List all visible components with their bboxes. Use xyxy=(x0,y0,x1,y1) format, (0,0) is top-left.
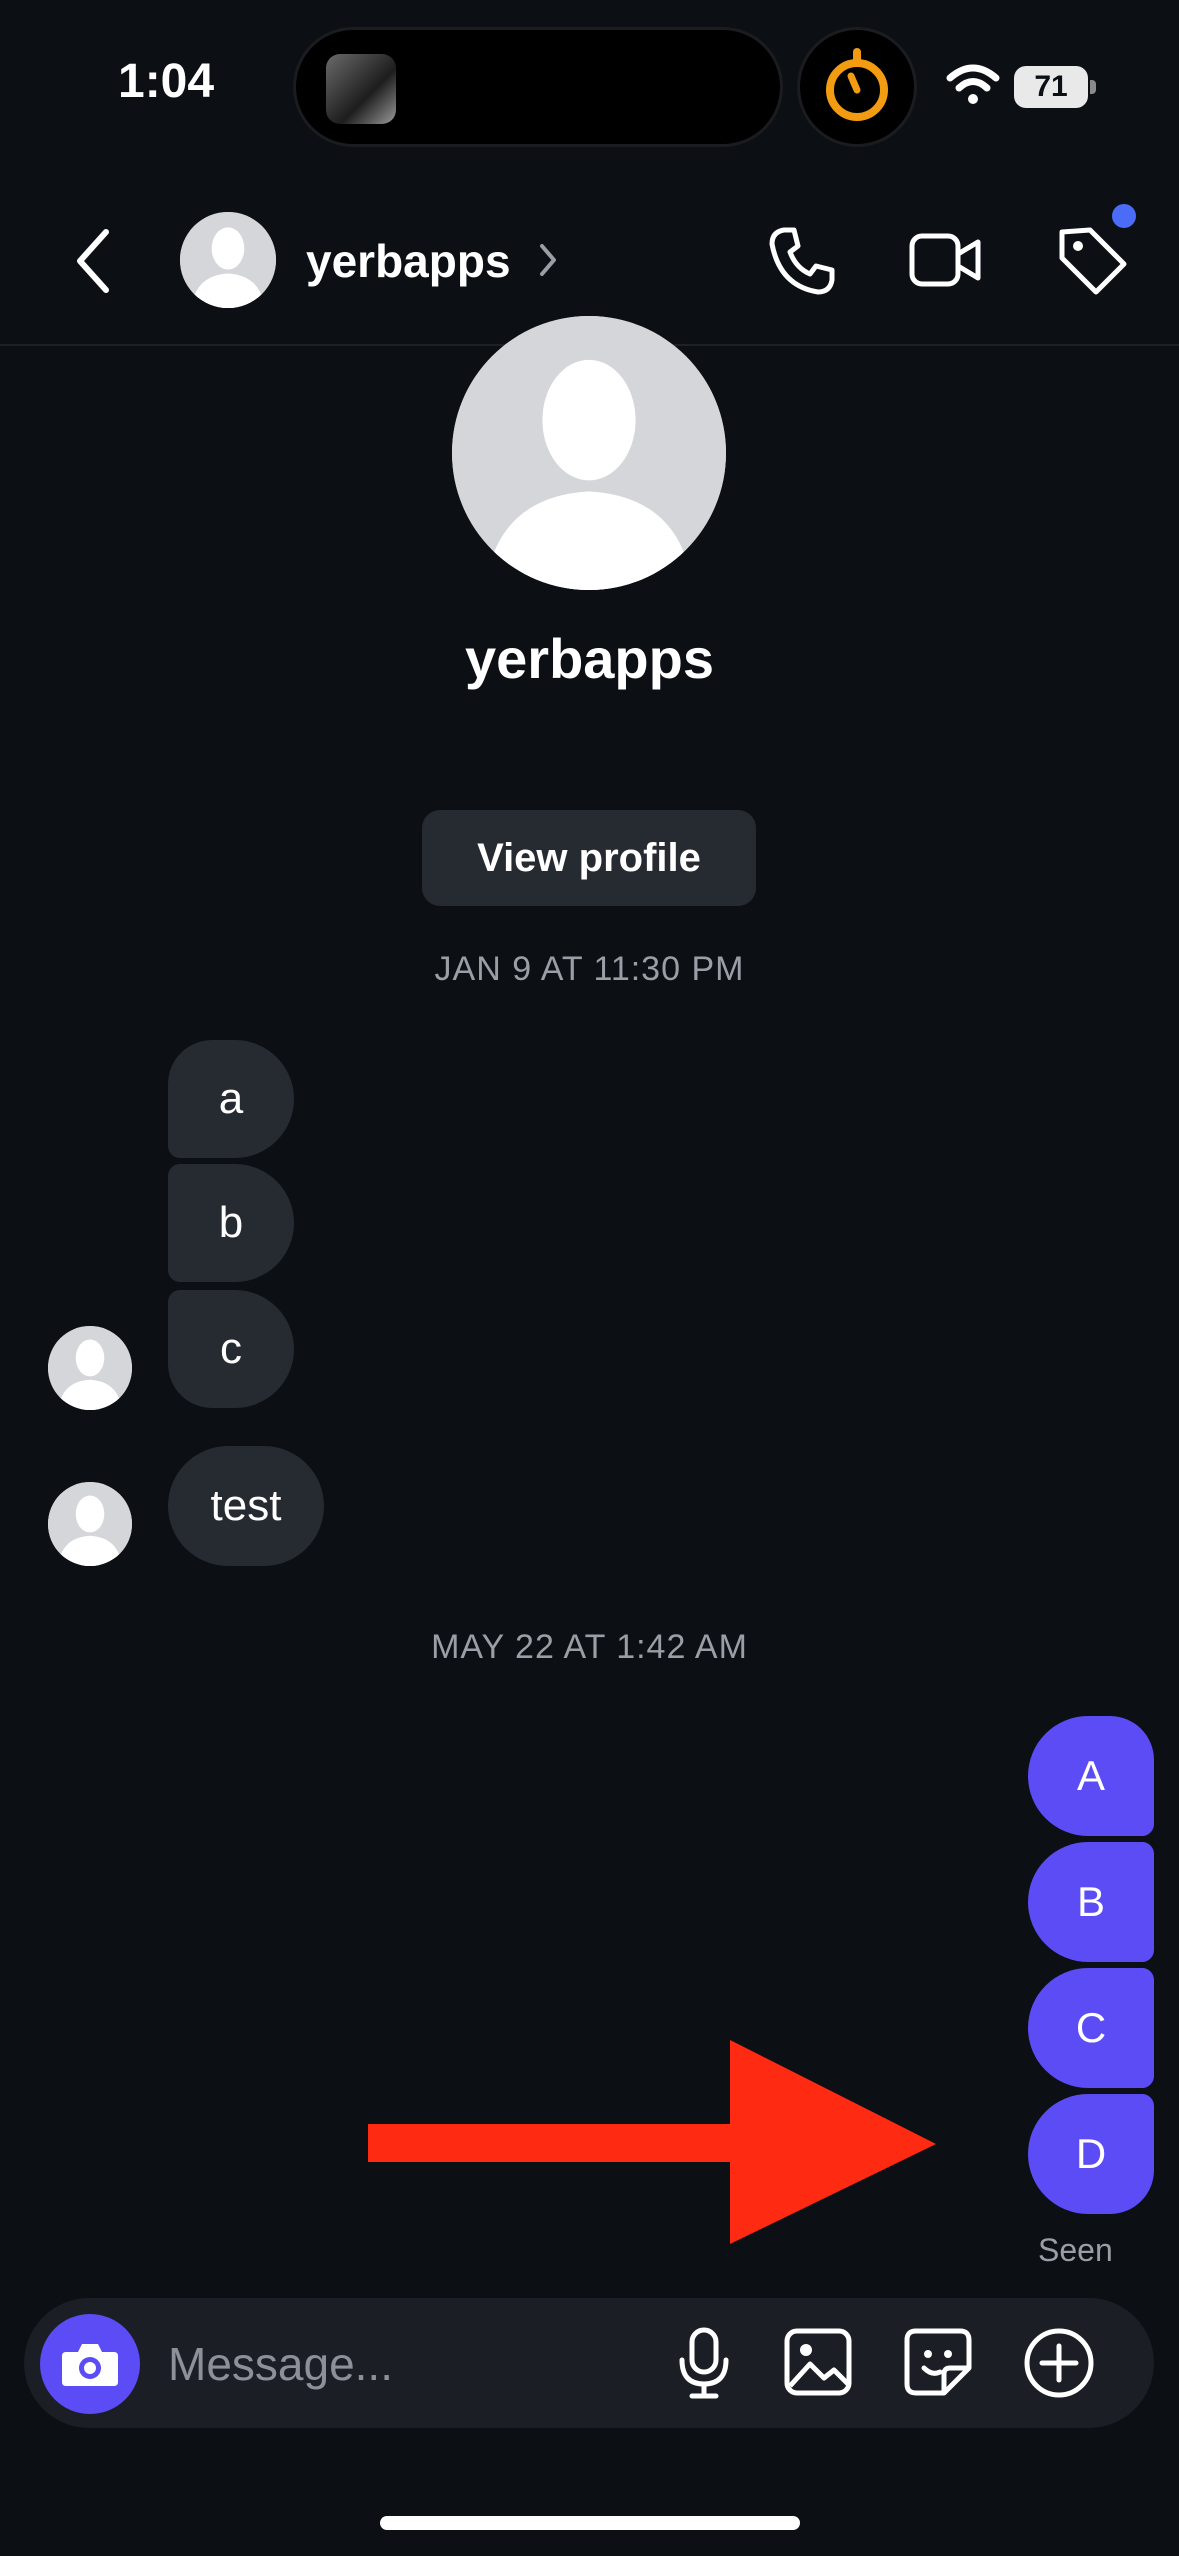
message-bubble-incoming[interactable]: c xyxy=(168,1290,294,1408)
annotation-arrow xyxy=(368,2040,936,2244)
sticker-icon[interactable] xyxy=(902,2326,974,2398)
tag-icon[interactable] xyxy=(1054,222,1130,298)
microphone-icon[interactable] xyxy=(672,2326,736,2402)
back-chevron-icon[interactable] xyxy=(72,226,112,296)
notification-dot xyxy=(1112,204,1136,228)
message-bubble-outgoing[interactable]: D xyxy=(1028,2094,1154,2214)
video-camera-icon[interactable] xyxy=(906,222,984,298)
header-username[interactable]: yerbapps xyxy=(306,234,511,288)
seen-receipt: Seen xyxy=(1038,2232,1113,2268)
gallery-icon[interactable] xyxy=(782,2326,854,2398)
now-playing-thumbnail[interactable] xyxy=(326,54,396,124)
profile-name: yerbapps xyxy=(465,627,714,690)
home-indicator[interactable] xyxy=(380,2516,800,2530)
camera-button[interactable] xyxy=(40,2314,140,2414)
battery-indicator: 71 xyxy=(1014,66,1088,108)
wifi-icon xyxy=(946,64,1000,104)
header-avatar[interactable] xyxy=(180,212,276,308)
message-bubble-incoming[interactable]: a xyxy=(168,1040,294,1158)
add-icon[interactable] xyxy=(1022,2326,1096,2400)
message-input[interactable] xyxy=(166,2320,650,2408)
date-separator: MAY 22 AT 1:42 AM xyxy=(431,1628,748,1666)
message-bubble-incoming[interactable]: b xyxy=(168,1164,294,1282)
phone-icon[interactable] xyxy=(764,222,840,298)
chevron-right-icon[interactable] xyxy=(538,240,558,280)
message-bubble-outgoing[interactable]: A xyxy=(1028,1716,1154,1836)
date-separator: JAN 9 AT 11:30 PM xyxy=(434,950,745,988)
battery-cap xyxy=(1090,80,1096,94)
sender-avatar[interactable] xyxy=(48,1482,132,1566)
message-bubble-incoming[interactable]: test xyxy=(168,1446,324,1566)
status-time: 1:04 xyxy=(118,55,215,108)
timer-icon xyxy=(826,48,888,121)
message-bubble-outgoing[interactable]: B xyxy=(1028,1842,1154,1962)
profile-avatar[interactable] xyxy=(452,316,726,590)
message-bubble-outgoing[interactable]: C xyxy=(1028,1968,1154,2088)
view-profile-button[interactable]: View profile xyxy=(422,810,756,906)
timer-pill[interactable] xyxy=(800,30,914,144)
sender-avatar[interactable] xyxy=(48,1326,132,1410)
camera-icon xyxy=(62,2344,118,2386)
